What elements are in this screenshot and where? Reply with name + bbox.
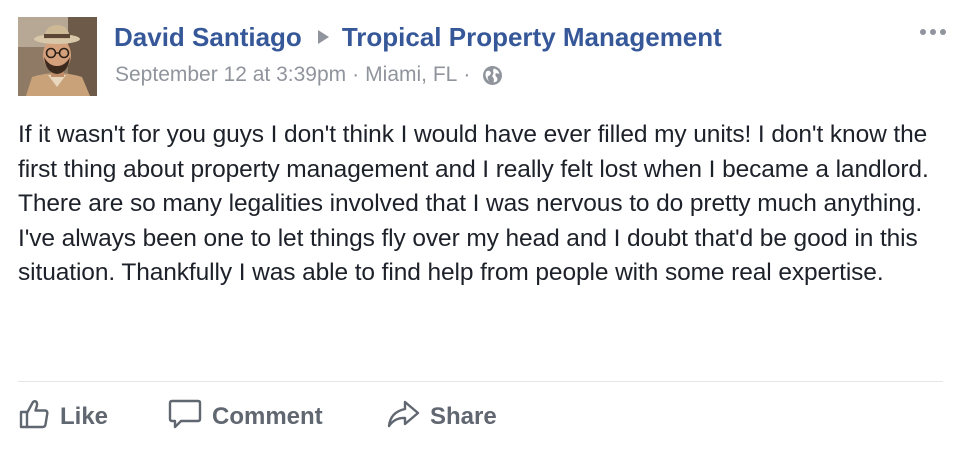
like-label: Like (60, 403, 109, 430)
meta-separator: · (463, 63, 471, 86)
share-label: Share (430, 403, 497, 430)
more-options-icon[interactable] (918, 25, 948, 39)
location-link[interactable]: Miami, FL (365, 63, 457, 87)
timestamp-link[interactable]: September 12 at 3:39pm (115, 63, 346, 87)
post-body-text: If it wasn't for you guys I don't think … (18, 121, 929, 286)
page-name-link[interactable]: Tropical Property Management (342, 22, 722, 53)
divider (18, 381, 943, 382)
thumbs-up-icon (18, 398, 50, 437)
author-name-link[interactable]: David Santiago (114, 22, 302, 53)
avatar[interactable] (18, 17, 97, 96)
triangle-right-icon (316, 29, 330, 45)
comment-label: Comment (212, 403, 323, 430)
share-button[interactable]: Share (386, 399, 526, 436)
post-header: David Santiago Tropical Property Managem… (114, 19, 722, 55)
comment-bubble-icon (168, 398, 202, 437)
meta-separator: · (352, 63, 360, 86)
comment-button[interactable]: Comment (168, 398, 386, 437)
share-arrow-icon (386, 399, 420, 436)
post-card: David Santiago Tropical Property Managem… (0, 0, 960, 450)
like-button[interactable]: Like (18, 398, 168, 437)
post-text: If it wasn't for you guys I don't think … (18, 118, 938, 291)
globe-icon[interactable] (482, 65, 503, 86)
post-meta: September 12 at 3:39pm · Miami, FL · (115, 60, 503, 90)
action-bar: Like Comment Share (18, 393, 526, 441)
